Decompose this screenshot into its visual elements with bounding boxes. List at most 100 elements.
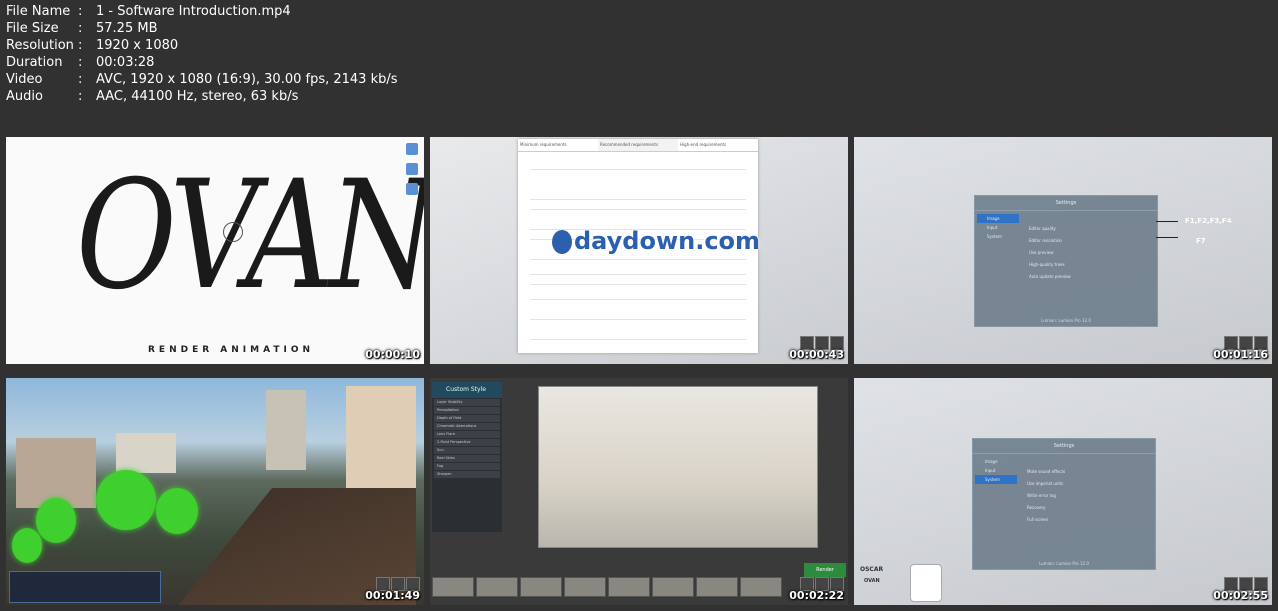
render-viewport	[538, 386, 818, 548]
option-label: Editor resolution	[1029, 238, 1062, 243]
option-label: High-quality trees	[1029, 262, 1065, 267]
effect-item[interactable]: Sun	[434, 447, 500, 454]
menu-item-system[interactable]: System	[977, 232, 1019, 241]
info-separator: :	[78, 38, 83, 53]
tree	[36, 498, 76, 543]
info-key: Video	[6, 72, 43, 87]
camera-slot[interactable]	[740, 577, 782, 597]
camera-slot[interactable]	[520, 577, 562, 597]
tree	[96, 470, 156, 530]
info-separator: :	[78, 55, 83, 70]
effect-item[interactable]: 2-Point Perspective	[434, 439, 500, 446]
effect-item[interactable]: Fog	[434, 463, 500, 470]
settings-dialog: Settings Image Input System Mute sound e…	[972, 438, 1156, 570]
info-value: 00:03:28	[96, 55, 155, 70]
settings-footer: Lumion: Lumion Pro 12.0	[1041, 318, 1091, 323]
thumbnail-2[interactable]: Minimum requirements Recommended require…	[430, 137, 848, 364]
desktop-icon	[406, 143, 418, 155]
thumbnail-4[interactable]: 00:01:49	[6, 378, 424, 605]
render-button[interactable]: Render	[804, 563, 846, 577]
effect-item[interactable]: Precipitation	[434, 407, 500, 414]
settings-menu: Image Input System	[977, 214, 1019, 241]
info-key: File Size	[6, 21, 59, 36]
file-info-row: Resolution:1920 x 1080	[6, 37, 398, 54]
effect-item[interactable]: Sharpen	[434, 471, 500, 478]
camera-slot[interactable]	[696, 577, 738, 597]
info-value: AVC, 1920 x 1080 (16:9), 30.00 fps, 2143…	[96, 72, 398, 87]
option-label: Auto update preview	[1029, 274, 1071, 279]
option-label: Mute sound effects	[1027, 469, 1066, 474]
camera-slot[interactable]	[608, 577, 650, 597]
tree	[12, 528, 42, 563]
watermark: daydown.com	[552, 227, 760, 255]
tab-recommended[interactable]: Recommended requirements	[598, 139, 678, 151]
timestamp: 00:01:16	[1213, 348, 1268, 361]
camera-slot[interactable]	[476, 577, 518, 597]
info-separator: :	[78, 72, 83, 87]
menu-item-system[interactable]: System	[975, 475, 1017, 484]
timestamp: 00:02:22	[789, 589, 844, 602]
effects-panel: Custom Style Layer Visibility Precipitat…	[432, 382, 502, 532]
timestamp: 00:00:10	[365, 348, 420, 361]
requirements-tabs: Minimum requirements Recommended require…	[518, 139, 758, 152]
timestamp: 00:01:49	[365, 589, 420, 602]
option-label: Editor quality	[1029, 226, 1056, 231]
info-key: Duration	[6, 55, 63, 70]
menu-item-image[interactable]: Image	[977, 214, 1019, 223]
logo-tagline: RENDER ANIMATION	[148, 345, 315, 355]
menu-item-input[interactable]: Input	[975, 466, 1017, 475]
thumbnail-5[interactable]: Custom Style Layer Visibility Precipitat…	[430, 378, 848, 605]
info-separator: :	[78, 4, 83, 19]
build-toolbar[interactable]	[9, 571, 161, 603]
effect-item[interactable]: Depth of Field	[434, 415, 500, 422]
effect-item[interactable]: Lens Flare	[434, 431, 500, 438]
info-value: 1920 x 1080	[96, 38, 179, 53]
thumbnail-1[interactable]: OVAN RENDER ANIMATION 00:00:10	[6, 137, 424, 364]
watermark-text: daydown.com	[574, 227, 761, 255]
thumbnail-3[interactable]: Settings Image Input System Editor quali…	[854, 137, 1272, 364]
info-value: AAC, 44100 Hz, stereo, 63 kb/s	[96, 89, 299, 104]
building	[346, 386, 416, 496]
settings-title: Settings	[973, 439, 1155, 454]
tab-high-end[interactable]: High-end requirements	[678, 139, 758, 151]
presenter-avatar	[910, 564, 942, 602]
camera-slot[interactable]	[564, 577, 606, 597]
timestamp: 00:02:55	[1213, 589, 1268, 602]
presenter-brand: OVAN	[864, 578, 880, 584]
effect-item[interactable]: Layer Visibility	[434, 399, 500, 406]
building	[266, 390, 306, 470]
settings-footer: Lumion: Lumion Pro 12.0	[1039, 561, 1089, 566]
settings-title: Settings	[975, 196, 1157, 211]
file-info-row: File Size:57.25 MB	[6, 20, 398, 37]
menu-item-image[interactable]: Image	[975, 457, 1017, 466]
file-info-row: Audio: AAC, 44100 Hz, stereo, 63 kb/s	[6, 88, 398, 105]
shortcut-label: F7	[1196, 237, 1206, 245]
tab-minimum[interactable]: Minimum requirements	[518, 139, 598, 151]
camera-strip	[432, 577, 782, 597]
option-label: Use preview	[1029, 250, 1054, 255]
effect-item[interactable]: Chromatic Aberrations	[434, 423, 500, 430]
thumbnail-6[interactable]: Settings Image Input System Mute sound e…	[854, 378, 1272, 605]
option-label: Use imperial units	[1027, 481, 1064, 486]
arrow-icon	[1156, 237, 1178, 238]
settings-dialog: Settings Image Input System Editor quali…	[974, 195, 1158, 327]
info-value: 57.25 MB	[96, 21, 158, 36]
option-label: Full screen	[1027, 517, 1049, 522]
info-key: File Name	[6, 4, 71, 19]
info-separator: :	[78, 89, 83, 104]
file-info-row: Video: AVC, 1920 x 1080 (16:9), 30.00 fps…	[6, 71, 398, 88]
info-separator: :	[78, 21, 83, 36]
file-info-row: Duration:00:03:28	[6, 54, 398, 71]
effect-item[interactable]: Real Skies	[434, 455, 500, 462]
file-info-row: File Name:1 - Software Introduction.mp4	[6, 3, 398, 20]
option-label: Write error log	[1027, 493, 1056, 498]
file-info-panel: File Name:1 - Software Introduction.mp4 …	[6, 3, 398, 105]
camera-slot[interactable]	[432, 577, 474, 597]
option-label: Recovery	[1027, 505, 1046, 510]
menu-item-input[interactable]: Input	[977, 223, 1019, 232]
mouse-cursor-icon	[223, 222, 243, 242]
info-key: Resolution	[6, 38, 74, 53]
desktop-icon	[406, 183, 418, 195]
tree	[156, 488, 198, 534]
camera-slot[interactable]	[652, 577, 694, 597]
